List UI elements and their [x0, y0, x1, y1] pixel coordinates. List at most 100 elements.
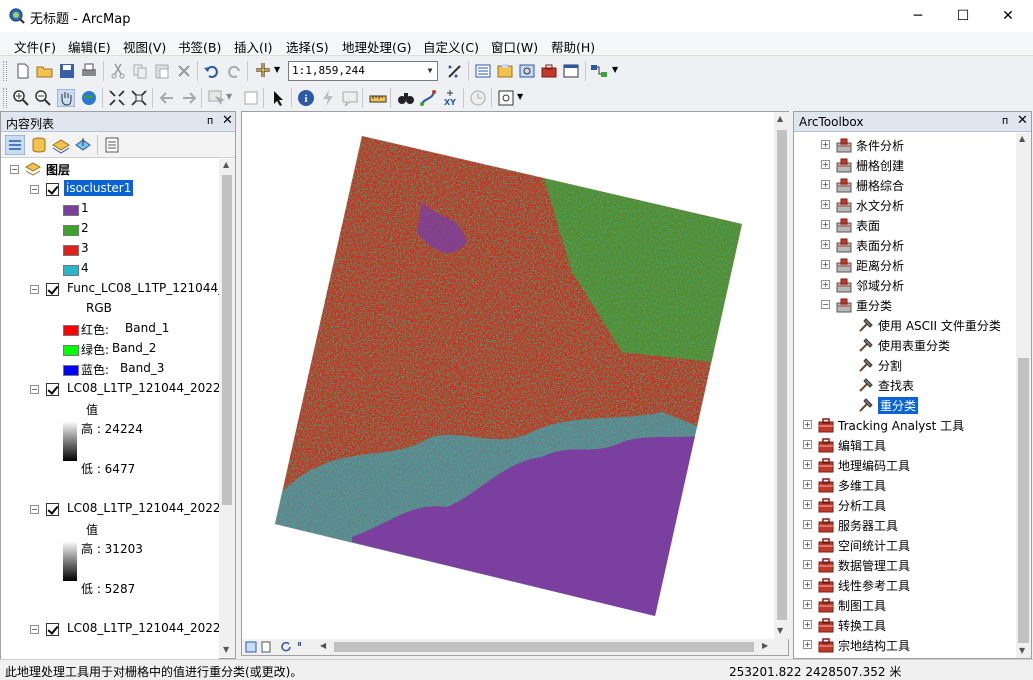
band-swatch-green[interactable]	[63, 345, 79, 356]
search-window-icon[interactable]	[518, 62, 536, 80]
redo-icon[interactable]	[225, 62, 243, 80]
toolbox-row-toolbox[interactable]: + 数据管理工具	[794, 555, 1016, 575]
print-icon[interactable]	[80, 62, 98, 80]
layer-name-lc08-c[interactable]: LC08_L1TP_121044_202204	[67, 621, 219, 635]
collapse-icon[interactable]: −	[30, 385, 39, 394]
refresh-icon[interactable]	[280, 641, 292, 653]
toolbar-grip[interactable]	[3, 88, 7, 108]
map-vertical-scrollbar[interactable]: ▲ ▼	[774, 112, 789, 639]
toolbox-row-toolset[interactable]: + 栅格创建	[794, 155, 1016, 175]
collapse-icon[interactable]: −	[30, 505, 39, 514]
expand-icon[interactable]: +	[803, 460, 812, 469]
class-swatch-3[interactable]	[63, 245, 79, 256]
toolbox-row-toolset[interactable]: + 邻域分析	[794, 275, 1016, 295]
model-builder-icon[interactable]	[590, 62, 608, 80]
collapse-icon[interactable]: −	[30, 185, 39, 194]
menu-windows[interactable]: 窗口(W)	[491, 37, 538, 56]
pin-icon[interactable]: ᴨ	[1002, 114, 1008, 127]
menu-bookmarks[interactable]: 书签(B)	[178, 37, 221, 56]
toolbox-row-toolset[interactable]: − 重分类	[794, 295, 1016, 315]
toolbox-row-tool[interactable]: 查找表	[794, 375, 1016, 395]
undo-icon[interactable]	[203, 62, 221, 80]
toolbox-row-toolbox[interactable]: + 服务器工具	[794, 515, 1016, 535]
viewer-window-icon[interactable]	[497, 89, 515, 107]
band-swatch-red[interactable]	[63, 325, 79, 336]
expand-icon[interactable]: +	[821, 200, 830, 209]
python-window-icon[interactable]	[562, 62, 580, 80]
scroll-down-icon[interactable]: ▼	[223, 645, 229, 654]
layer-name-lc08-b[interactable]: LC08_L1TP_121044_202204	[67, 501, 219, 515]
list-by-visibility-icon[interactable]	[52, 136, 70, 154]
expand-icon[interactable]: +	[821, 280, 830, 289]
chevron-down-icon[interactable]: ▼	[423, 62, 437, 80]
copy-icon[interactable]	[131, 62, 149, 80]
expand-icon[interactable]: +	[803, 520, 812, 529]
toolbox-row-toolbox[interactable]: + 宗地结构工具	[794, 635, 1016, 655]
toolbox-row-tool[interactable]: 分割	[794, 355, 1016, 375]
scroll-right-icon[interactable]: ▶	[762, 641, 768, 650]
toolbox-row-tool[interactable]: 重分类	[794, 395, 1016, 415]
list-by-drawing-order-icon[interactable]	[5, 135, 25, 155]
select-elements-icon[interactable]	[269, 89, 287, 107]
collapse-icon[interactable]: −	[30, 285, 39, 294]
arctoolbox-icon[interactable]	[540, 62, 558, 80]
toolbox-row-toolset[interactable]: + 栅格综合	[794, 175, 1016, 195]
expand-icon[interactable]: +	[803, 500, 812, 509]
menu-file[interactable]: 文件(F)	[14, 37, 56, 56]
toolbox-row-toolset[interactable]: + 表面分析	[794, 235, 1016, 255]
data-view-icon[interactable]	[260, 641, 272, 653]
time-slider-icon[interactable]	[469, 89, 487, 107]
close-panel-button[interactable]: ✕	[1017, 113, 1028, 128]
find-route-icon[interactable]	[419, 89, 437, 107]
toolbox-row-tool[interactable]: 使用表重分类	[794, 335, 1016, 355]
delete-icon[interactable]	[175, 62, 193, 80]
select-features-icon[interactable]	[207, 89, 225, 107]
expand-icon[interactable]: +	[821, 260, 830, 269]
cut-icon[interactable]	[109, 62, 127, 80]
find-icon[interactable]	[397, 89, 415, 107]
open-folder-icon[interactable]	[36, 62, 54, 80]
layers-root-label[interactable]: 图层	[46, 161, 70, 178]
map-scale-combobox[interactable]: 1:1,859,244 ▼	[288, 61, 438, 81]
expand-icon[interactable]: +	[821, 240, 830, 249]
save-icon[interactable]	[58, 62, 76, 80]
toc-vertical-scrollbar[interactable]: ▲ ▼	[219, 159, 235, 657]
stretch-ramp[interactable]	[63, 421, 77, 461]
go-to-xy-icon[interactable]: XY	[441, 89, 459, 107]
expand-icon[interactable]: +	[803, 420, 812, 429]
scroll-thumb[interactable]	[1018, 358, 1029, 643]
stretch-ramp[interactable]	[63, 541, 77, 581]
scroll-thumb[interactable]	[777, 130, 787, 620]
list-by-source-icon[interactable]	[30, 136, 48, 154]
clear-selection-icon[interactable]	[242, 89, 260, 107]
toolbox-row-toolset[interactable]: + 水文分析	[794, 195, 1016, 215]
toolbox-row-toolbox[interactable]: + 多维工具	[794, 475, 1016, 495]
menu-view[interactable]: 视图(V)	[123, 37, 166, 56]
map-canvas[interactable]	[242, 112, 774, 639]
expand-icon[interactable]: +	[821, 220, 830, 229]
scroll-left-icon[interactable]: ◀	[320, 641, 326, 650]
toolbox-row-toolbox[interactable]: + Tracking Analyst 工具	[794, 415, 1016, 435]
zoom-out-icon[interactable]	[34, 89, 52, 107]
band-swatch-blue[interactable]	[63, 365, 79, 376]
map-horizontal-scrollbar[interactable]: ⏸ ◀ ▶	[242, 639, 788, 655]
classified-raster[interactable]	[242, 112, 774, 639]
toolbox-row-toolbox[interactable]: + 编辑工具	[794, 435, 1016, 455]
map-view[interactable]: ▲ ▼ ⏸ ◀ ▶	[241, 111, 789, 656]
fixed-zoom-in-icon[interactable]	[108, 89, 126, 107]
layer-name-lc08-a[interactable]: LC08_L1TP_121044_202204	[67, 381, 219, 395]
full-extent-icon[interactable]	[80, 89, 98, 107]
class-swatch-1[interactable]	[63, 205, 79, 216]
maximize-button[interactable]: ☐	[940, 0, 986, 32]
expand-icon[interactable]: +	[803, 620, 812, 629]
layer-name-func[interactable]: Func_LC08_L1TP_121044_2	[67, 281, 219, 295]
scroll-up-icon[interactable]: ▲	[777, 114, 783, 123]
zoom-in-icon[interactable]	[12, 89, 30, 107]
expand-icon[interactable]: +	[803, 600, 812, 609]
toolbox-row-toolset[interactable]: + 条件分析	[794, 135, 1016, 155]
menu-selection[interactable]: 选择(S)	[286, 37, 329, 56]
toolbox-row-toolbox[interactable]: + 分析工具	[794, 495, 1016, 515]
add-data-icon[interactable]	[254, 62, 272, 80]
toolbox-row-toolbox[interactable]: + 地理编码工具	[794, 455, 1016, 475]
expand-icon[interactable]: +	[803, 640, 812, 649]
